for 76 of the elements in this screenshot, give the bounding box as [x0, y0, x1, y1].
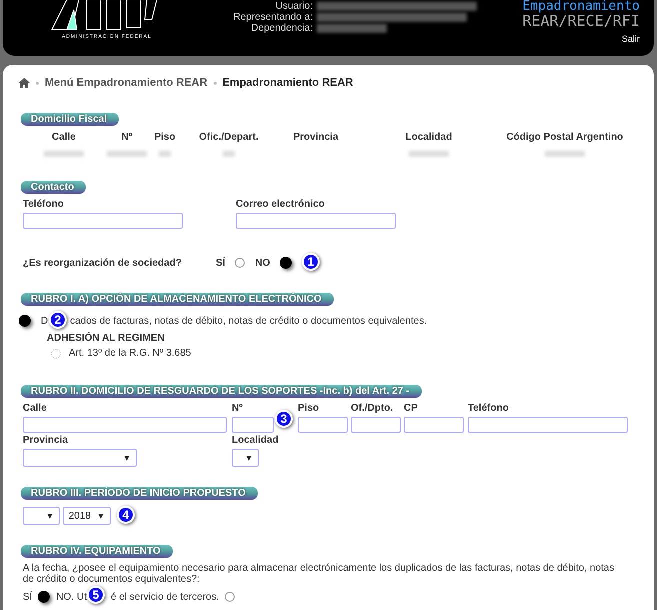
section-header: RUBRO I. A) OPCIÓN DE ALMACENAMIENTO ELECTRÓNICO [21, 293, 334, 306]
caret-icon: ▼ [245, 454, 253, 462]
input-field[interactable] [298, 417, 348, 433]
column-header: Calle [51, 132, 77, 143]
question-text: A la fecha, ¿posee el equipamiento necesario para almacenar electrónicamente los duplicados de las facturas, notas de débito, notas de crédito o documentos equivalentes?: [23, 563, 616, 585]
radio-button[interactable] [38, 591, 50, 603]
user-info-label: Usuario: [274, 1, 313, 12]
option-label: SÍ [23, 592, 32, 602]
option-label: NO. Ut [56, 592, 88, 602]
option-label: é el servicio de terceros. [111, 592, 220, 602]
redacted-value [409, 151, 449, 157]
input-field[interactable] [23, 417, 227, 433]
column-header: Nº [120, 132, 134, 143]
input-field[interactable] [404, 417, 464, 433]
caret-icon: ▼ [97, 512, 105, 520]
caret-icon: ▼ [46, 512, 54, 520]
question-text: ¿Es reorganización de sociedad? [23, 258, 182, 268]
breadcrumb-link[interactable]: Empadronamiento REAR [222, 77, 354, 89]
input-field[interactable] [232, 417, 274, 433]
option-text: Art. 13º de la R.G. Nº 3.685 [69, 348, 192, 359]
redacted-value [159, 151, 171, 157]
field-label: Localidad [232, 435, 280, 448]
field-label: Of./Dpto. [351, 403, 394, 416]
dropdown[interactable]: ▼ [23, 449, 137, 467]
section-header: RUBRO IV. EQUIPAMIENTO [21, 545, 173, 558]
redacted-value [545, 151, 585, 157]
field-label: Teléfono [468, 403, 510, 416]
section-header: RUBRO II. DOMICILIO DE RESGUARDO DE LOS SOPORTES -Inc. b) del Art. 27 - [21, 385, 422, 398]
option-text: cados de facturas, notas de débito, notas de crédito o documentos equivalentes. [70, 316, 428, 326]
user-info-label: Representando a: [232, 12, 313, 23]
callout-number: 1 [302, 253, 320, 271]
dropdown[interactable]: ▼ [232, 449, 259, 467]
column-header: Ofic./Depart. [198, 132, 260, 143]
dropdown[interactable]: ▼ [23, 507, 60, 525]
option-label: SÍ [216, 258, 226, 268]
redacted-value [44, 151, 84, 157]
input-field[interactable] [468, 417, 628, 433]
input-field[interactable] [351, 417, 401, 433]
logout-link[interactable]: Salir [622, 34, 640, 44]
column-header: Provincia [292, 132, 340, 143]
dropdown[interactable]: 2018 ▼ [63, 507, 111, 525]
radio-button[interactable] [225, 592, 236, 602]
input-field[interactable] [23, 213, 183, 229]
field-label: Correo electrónico [236, 199, 326, 212]
field-label: Calle [23, 403, 48, 416]
breadcrumb-link[interactable]: Menú Empadronamiento REAR [45, 77, 208, 89]
radio-button[interactable] [19, 315, 31, 327]
user-info-label: Dependencia: [250, 23, 313, 34]
app-subtitle: REAR/RECE/RFI [522, 13, 640, 29]
callout-number: 3 [275, 410, 293, 428]
field-label: Piso [298, 403, 320, 416]
radio-button[interactable] [235, 258, 246, 268]
option-text: D [41, 316, 48, 326]
field-label: CP [404, 403, 419, 416]
section-header: RUBRO III. PERÍODO DE INICIO PROPUESTO [21, 487, 258, 500]
callout-number: 4 [117, 506, 135, 524]
section-header: Contacto [21, 181, 86, 194]
callout-number: 5 [87, 586, 105, 604]
column-header: Piso [153, 132, 177, 143]
home-icon[interactable] [19, 78, 30, 88]
radio-button[interactable] [280, 257, 292, 269]
subheading: ADHESIÓN AL REGIMEN [47, 333, 166, 344]
option-label: NO [255, 258, 270, 268]
column-header: Localidad [404, 132, 454, 143]
field-label: Nº [232, 403, 244, 416]
callout-number: 2 [49, 311, 67, 329]
field-label: Provincia [23, 435, 70, 448]
section-header: Domicilio Fiscal [21, 113, 120, 126]
redacted-value [107, 151, 147, 157]
caret-icon: ▼ [123, 454, 131, 462]
field-label: Teléfono [23, 199, 65, 212]
column-header: Código Postal Argentino [506, 132, 624, 143]
redacted-value [317, 24, 387, 33]
input-field[interactable] [236, 213, 396, 229]
app-title: Empadronamiento [522, 0, 640, 13]
redacted-value [223, 151, 235, 157]
